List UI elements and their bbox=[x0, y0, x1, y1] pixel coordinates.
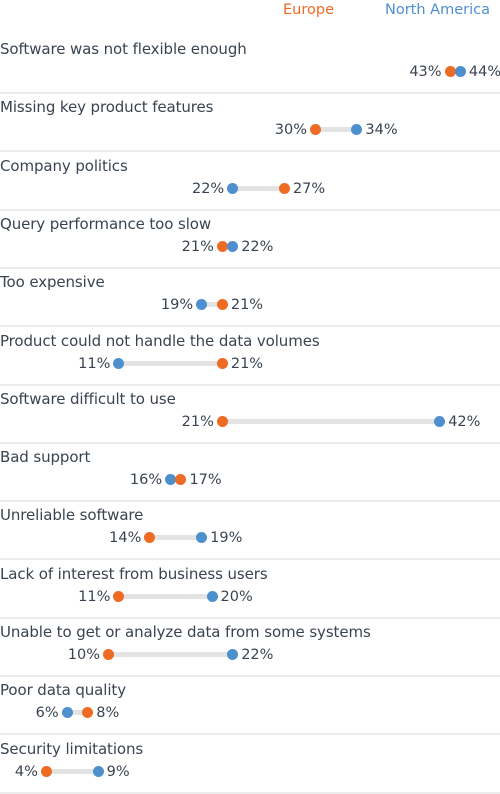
category-label: Software was not flexible enough bbox=[0, 40, 247, 58]
chart-row: Product could not handle the data volume… bbox=[0, 328, 500, 386]
value-label-high: 20% bbox=[220, 588, 253, 605]
europe-dot bbox=[40, 765, 52, 777]
category-label: Security limitations bbox=[0, 739, 144, 758]
north-america-dot bbox=[113, 357, 125, 369]
north-america-dot bbox=[61, 707, 73, 719]
north-america-dot bbox=[196, 299, 208, 311]
value-label-low: 11% bbox=[78, 588, 111, 605]
category-label: Poor data quality bbox=[0, 681, 126, 700]
category-label: Query performance too slow bbox=[0, 214, 212, 233]
europe-dot bbox=[113, 590, 125, 602]
north-america-dot bbox=[227, 182, 239, 194]
chart-row: Unreliable software 14% 19% bbox=[0, 502, 500, 561]
range-connector bbox=[118, 360, 223, 366]
range-connector bbox=[149, 535, 202, 541]
value-label-low: 22% bbox=[191, 180, 225, 197]
chart-row: Lack of interest from business users 11% 2… bbox=[0, 561, 500, 619]
chart-row: Software was not flexible enough 43% 44% bbox=[0, 36, 500, 94]
range-connector bbox=[222, 418, 440, 424]
north-america-dot bbox=[165, 474, 177, 486]
value-label-low: 14% bbox=[109, 530, 142, 547]
value-label-high: 22% bbox=[241, 238, 274, 255]
value-label-high: 42% bbox=[448, 413, 481, 430]
chart-row: Company politics 22% 27% bbox=[0, 153, 500, 211]
legend-europe: Europe bbox=[283, 2, 334, 18]
category-label: Lack of interest from business users bbox=[0, 564, 268, 583]
europe-dot bbox=[310, 124, 321, 136]
europe-dot bbox=[82, 707, 94, 719]
europe-dot bbox=[175, 474, 187, 486]
europe-dot bbox=[216, 415, 228, 427]
value-label-low: 30% bbox=[274, 122, 307, 139]
value-label-low: 19% bbox=[160, 297, 194, 314]
chart-row: Bad support 16% 17% bbox=[0, 444, 500, 503]
value-label-high: 27% bbox=[292, 180, 326, 197]
range-connector bbox=[108, 652, 233, 657]
value-label-high: 17% bbox=[189, 472, 222, 489]
value-label-low: 10% bbox=[67, 647, 100, 663]
north-america-dot bbox=[92, 765, 104, 777]
chart-row: Security limitations 4% 9% bbox=[0, 736, 500, 794]
category-label: Unable to get or analyze data from some … bbox=[0, 623, 371, 641]
north-america-dot bbox=[206, 590, 218, 602]
category-label: Unreliable software bbox=[0, 506, 144, 525]
europe-dot bbox=[216, 299, 228, 311]
chart-row: Query performance too slow 21% 22% bbox=[0, 211, 500, 269]
europe-dot bbox=[144, 532, 156, 544]
north-america-dot bbox=[227, 240, 239, 252]
chart-row: Missing key product features 30% 34% bbox=[0, 94, 500, 153]
north-america-dot bbox=[351, 124, 363, 136]
europe-dot bbox=[444, 66, 456, 77]
value-label-low: 4% bbox=[14, 763, 38, 780]
europe-dot bbox=[278, 182, 290, 194]
europe-dot bbox=[216, 240, 228, 252]
europe-dot bbox=[216, 357, 228, 369]
category-label: Software difficult to use bbox=[0, 389, 176, 408]
category-label: Bad support bbox=[0, 448, 91, 467]
north-america-dot bbox=[454, 66, 466, 77]
north-america-dot bbox=[227, 649, 239, 660]
value-label-low: 21% bbox=[181, 413, 214, 430]
value-label-high: 21% bbox=[230, 297, 264, 314]
value-label-low: 43% bbox=[409, 64, 442, 80]
value-label-high: 8% bbox=[96, 705, 120, 722]
category-label: Company politics bbox=[0, 156, 128, 175]
europe-dot bbox=[103, 649, 114, 660]
value-label-high: 44% bbox=[468, 64, 500, 80]
chart-row: Poor data quality 6% 8% bbox=[0, 677, 500, 736]
category-label: Too expensive bbox=[0, 273, 105, 292]
legend-north-america: North America bbox=[385, 2, 490, 18]
value-label-high: 34% bbox=[365, 122, 398, 139]
chart-row: Unable to get or analyze data from some … bbox=[0, 619, 500, 677]
chart-row: Software difficult to use 21% 42% bbox=[0, 386, 500, 444]
category-label: Product could not handle the data volume… bbox=[0, 331, 320, 350]
range-connector bbox=[118, 593, 212, 599]
value-label-high: 21% bbox=[230, 355, 264, 372]
dumbbell-chart: Europe North America Software was not fl… bbox=[0, 0, 500, 794]
north-america-dot bbox=[434, 415, 446, 427]
value-label-high: 22% bbox=[241, 647, 274, 663]
value-label-high: 9% bbox=[106, 763, 130, 780]
category-label: Missing key product features bbox=[0, 98, 214, 117]
range-connector bbox=[232, 185, 285, 191]
value-label-low: 6% bbox=[35, 705, 59, 722]
value-label-low: 11% bbox=[78, 355, 111, 372]
range-connector bbox=[46, 768, 99, 774]
value-label-low: 16% bbox=[129, 472, 163, 489]
value-label-low: 21% bbox=[181, 238, 214, 255]
value-label-high: 19% bbox=[210, 530, 243, 547]
chart-row: Too expensive 19% 21% bbox=[0, 269, 500, 328]
north-america-dot bbox=[196, 532, 208, 544]
